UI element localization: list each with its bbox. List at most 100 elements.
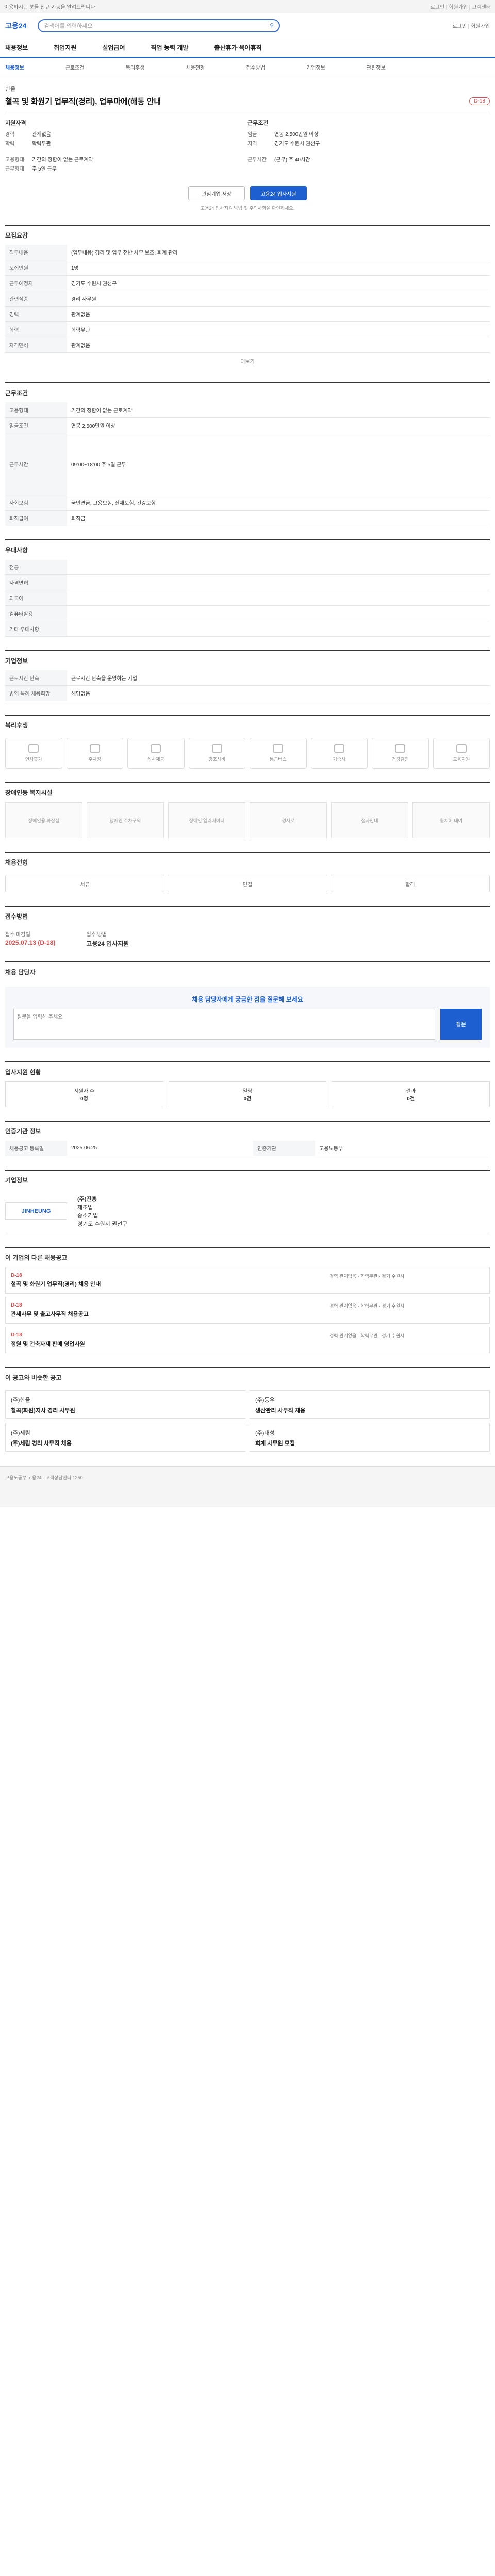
summary-key: 임금 xyxy=(248,132,257,138)
recommend-card[interactable]: (주)동우 생산관리 사무직 채용 xyxy=(250,1390,490,1419)
listing-meta: 경력 관계없음 · 학력무관 · 경기 수원시 xyxy=(329,1274,405,1279)
summary-value: 주 5일 근무 xyxy=(32,166,57,172)
gnb-item[interactable]: 출산휴가·육아휴직 xyxy=(214,43,261,52)
company-fullname[interactable]: (주)진흥 xyxy=(77,1195,127,1203)
row-value: 1명 xyxy=(67,260,490,276)
row-value: (업무내용) 경리 및 업무 전반 사무 보조, 회계 관리 xyxy=(67,245,490,260)
header-links[interactable]: 로그인 | 회원가입 xyxy=(452,22,490,29)
table-row: 자격면허 관계없음 xyxy=(5,337,490,353)
listing-title[interactable]: 관세사무 및 출고사무직 채용공고 xyxy=(11,1310,329,1318)
row-value xyxy=(67,590,490,606)
status-value: 0건 xyxy=(243,1096,252,1102)
tab-item[interactable]: 채용전형 xyxy=(186,63,205,71)
tab-item[interactable]: 기업정보 xyxy=(306,63,325,71)
job-summary: 지원자격 경력 관계없음 학력 학력무관 고용형태 기간의 정함이 없는 근로계약 근… xyxy=(5,113,490,174)
summary-value: 관계없음 xyxy=(32,132,51,138)
gnb-item[interactable]: 직업 능력 개발 xyxy=(151,43,189,52)
section-title: 인증기관 정보 xyxy=(5,1128,41,1135)
rec-company: (주)세림 xyxy=(11,1430,30,1436)
welfare-card: 기숙사 xyxy=(310,738,368,769)
deadline-value: 2025.07.13 (D-18) xyxy=(5,939,56,946)
table-row: 병역 특례 채용희망 해당없음 xyxy=(5,685,490,701)
listing-meta: 경력 관계없음 · 학력무관 · 경기 수원시 xyxy=(329,1303,405,1309)
section-title: 우대사항 xyxy=(5,547,28,554)
row-key: 경력 xyxy=(5,306,67,322)
row-value xyxy=(67,621,490,637)
row-value xyxy=(67,560,490,575)
company-name[interactable]: 한울 xyxy=(5,84,490,93)
recommend-card[interactable]: (주)세림 (주)세림 경리 사무직 채용 xyxy=(5,1423,245,1452)
summary-value: 기간의 정함이 없는 근로계약 xyxy=(32,157,93,163)
row-key: 사회보험 xyxy=(5,495,67,511)
row-key: 퇴직급여 xyxy=(5,510,67,526)
row-key: 채용공고 등록일 xyxy=(5,1141,67,1156)
site-footer: 고용노동부 고용24 · 고객상담센터 1350 xyxy=(0,1466,495,1507)
recommend-card[interactable]: (주)한울 철곡(화원)지사 경리 사무원 xyxy=(5,1390,245,1419)
job-listing[interactable]: D-18 정원 및 건축자재 판매 영업사원 경력 관계없음 · 학력무관 · 경기… xyxy=(5,1327,490,1353)
summary-value: 학력무관 xyxy=(32,141,51,147)
tab-item[interactable]: 복리후생 xyxy=(126,63,145,71)
rec-title[interactable]: (주)세림 경리 사무직 채용 xyxy=(11,1439,240,1447)
gnb-item[interactable]: 실업급여 xyxy=(102,43,125,52)
table-row: 학력 학력무관 xyxy=(5,321,490,337)
method-value: 고용24 입사지원 xyxy=(86,940,129,947)
qa-input[interactable] xyxy=(13,1009,435,1040)
summary-key: 경력 xyxy=(5,132,15,138)
rec-title[interactable]: 철곡(화원)지사 경리 사무원 xyxy=(11,1406,240,1414)
tab-item[interactable]: 채용정보 xyxy=(5,63,24,71)
listing-title[interactable]: 정원 및 건축자재 판매 영업사원 xyxy=(11,1340,329,1348)
row-key: 자격면허 xyxy=(5,337,67,353)
section-title: 이 공고와 비슷한 공고 xyxy=(5,1374,62,1381)
welfare-icon xyxy=(28,744,39,753)
rec-title[interactable]: 회계 사무원 모집 xyxy=(255,1439,484,1447)
deadline-col: 접수 마감일 2025.07.13 (D-18) xyxy=(5,930,55,948)
row-value: 퇴직금 xyxy=(67,510,490,526)
welfare-grid: 연차휴가 주차장 식사제공 경조사비 통근버스 기숙사 건강검진 교육지원 xyxy=(5,738,490,769)
welfare-icon xyxy=(211,744,222,753)
welfare-label: 통근버스 xyxy=(269,756,287,762)
site-header: 고용24 검색어를 입력하세요 ⚲ 로그인 | 회원가입 xyxy=(0,13,495,38)
welfare-label: 경조사비 xyxy=(208,756,226,762)
gnb-item[interactable]: 취업지원 xyxy=(54,43,76,52)
process-step: 면접 xyxy=(168,875,327,892)
status-card: 열람 0건 xyxy=(168,1081,327,1107)
site-logo[interactable]: 고용24 xyxy=(5,21,26,31)
row-value: 연봉 2,500만원 이상 xyxy=(67,417,490,433)
more-button[interactable]: 더보기 xyxy=(5,353,490,369)
table-row: 고용형태 기간의 정함이 없는 근로계약 xyxy=(5,402,490,418)
listing-title[interactable]: 철곡 및 화원기 업무직(경리) 채용 안내 xyxy=(11,1280,329,1288)
summary-row: 학력 학력무관 xyxy=(5,139,248,147)
search-placeholder: 검색어를 입력하세요 xyxy=(44,23,93,29)
tab-item[interactable]: 접수방법 xyxy=(246,63,265,71)
save-interest-button[interactable]: 관심기업 저장 xyxy=(188,186,245,200)
search-icon[interactable]: ⚲ xyxy=(270,22,274,29)
method-label: 접수 방법 xyxy=(86,932,107,938)
tab-item[interactable]: 관련정보 xyxy=(367,63,386,71)
qa-submit-button[interactable]: 질문 xyxy=(440,1009,482,1040)
row-key: 고용형태 xyxy=(5,402,67,418)
section-title: 접수방법 xyxy=(5,913,28,920)
table-row: 퇴직급여 퇴직금 xyxy=(5,510,490,526)
company-logo: JINHEUNG xyxy=(5,1202,67,1220)
table-row: 컴퓨터활용 xyxy=(5,605,490,621)
row-key: 전공 xyxy=(5,560,67,575)
summary-value: (근무) 주 40시간 xyxy=(274,157,310,163)
job-listing[interactable]: D-18 관세사무 및 출고사무직 채용공고 경력 관계없음 · 학력무관 · 경기… xyxy=(5,1297,490,1324)
search-input[interactable]: 검색어를 입력하세요 ⚲ xyxy=(38,19,280,32)
job-listing[interactable]: D-18 철곡 및 화원기 업무직(경리) 채용 안내 경력 관계없음 · 학력무관… xyxy=(5,1267,490,1294)
apply-button[interactable]: 고용24 입사지원 xyxy=(250,186,307,200)
company-details: (주)진흥 제조업 중소기업 경기도 수원시 권선구 xyxy=(77,1195,127,1228)
top-links[interactable]: 로그인 | 회원가입 | 고객센터 xyxy=(430,3,491,10)
disability-grid: 장애인용 화장실 장애인 주차구역 장애인 엘리베이터 경사로 점자안내 휠체어… xyxy=(5,802,490,838)
recommend-card[interactable]: (주)대성 회계 사무원 모집 xyxy=(250,1423,490,1452)
welfare-icon xyxy=(395,744,406,753)
welfare-label: 기숙사 xyxy=(333,756,346,762)
summary-row: 임금 연봉 2,500만원 이상 xyxy=(248,130,490,138)
table-row: 근로시간 단축 근로시간 단축을 운영하는 기업 xyxy=(5,670,490,686)
gnb-item[interactable]: 채용정보 xyxy=(5,43,28,52)
cert-table: 채용공고 등록일 2025.06.25 인증기관 고용노동부 xyxy=(5,1141,490,1156)
row-value: 국민연금, 고용보험, 산재보험, 건강보험 xyxy=(67,495,490,511)
welfare-icon xyxy=(151,744,161,753)
tab-item[interactable]: 근로조건 xyxy=(65,63,85,71)
rec-title[interactable]: 생산관리 사무직 채용 xyxy=(255,1406,484,1414)
